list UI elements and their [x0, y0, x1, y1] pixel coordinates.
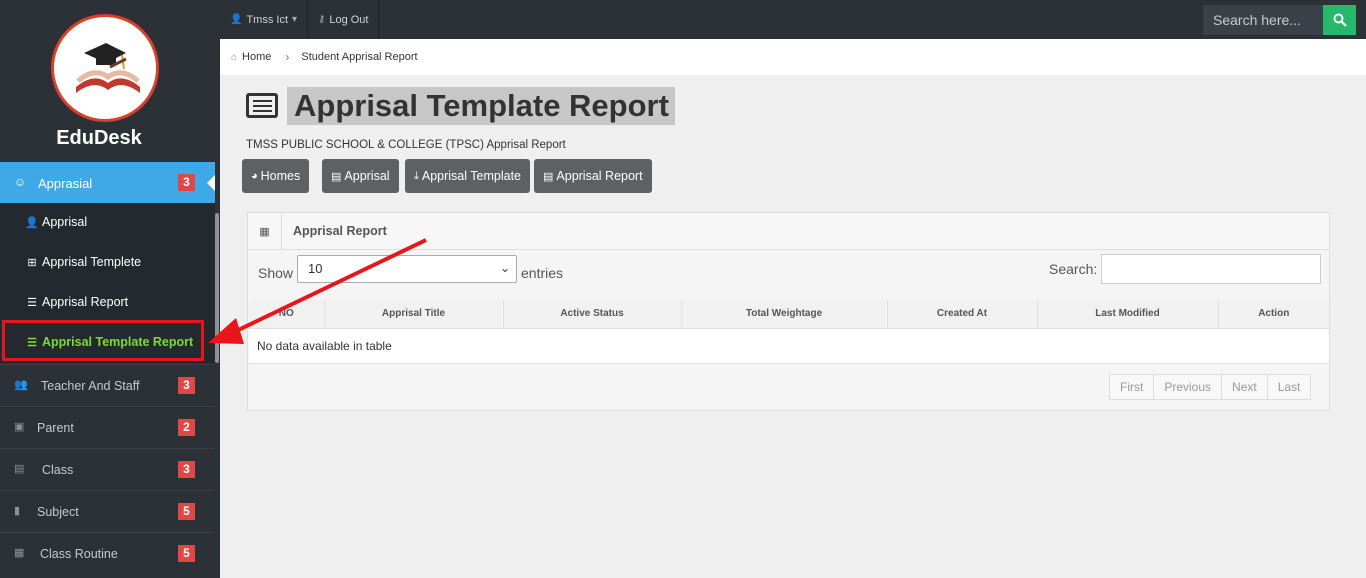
- home-icon: ⌂: [231, 51, 238, 63]
- apprisal-report-button[interactable]: ▤ Apprisal Report: [534, 159, 652, 193]
- column-header[interactable]: Last Modified: [1037, 300, 1219, 329]
- submenu-item-apprisal[interactable]: 👤 Apprisal: [24, 215, 87, 229]
- breadcrumb-home[interactable]: Home: [242, 51, 271, 63]
- show-label: Show: [258, 265, 294, 281]
- pager-first[interactable]: First: [1109, 374, 1155, 400]
- calendar-icon: ▦: [14, 547, 25, 559]
- id-card-icon: ▤: [14, 463, 25, 475]
- grid-icon: ▦: [248, 213, 282, 249]
- list-box-icon: [246, 93, 278, 118]
- column-header[interactable]: Active Status: [503, 300, 682, 329]
- active-caret: [207, 175, 215, 191]
- bookmark-icon: ▮: [14, 505, 21, 517]
- report-panel: ▦ Apprisal Report Show 10 ⌄ entries Sear…: [247, 212, 1330, 411]
- page-title: Apprisal Template Report: [287, 87, 675, 125]
- key-icon: ⚷: [318, 14, 326, 25]
- search-button[interactable]: [1323, 5, 1356, 35]
- user-menu[interactable]: 👤 Tmss Ict ▾: [220, 0, 309, 39]
- column-header[interactable]: NO: [249, 300, 325, 329]
- search-input[interactable]: Search here...: [1203, 5, 1323, 35]
- user-icon: 👤: [230, 14, 243, 25]
- sidebar-item-label: Apprasial: [38, 176, 93, 191]
- dashboard-icon: ◕: [251, 170, 258, 182]
- chevron-right-icon: ›: [285, 50, 290, 64]
- panel-header: ▦ Apprisal Report: [248, 213, 1329, 250]
- page-size-select[interactable]: 10 ⌄: [297, 255, 517, 283]
- sidebar-item-teacher-and-staff[interactable]: 👥 Teacher And Staff 3: [0, 364, 215, 405]
- chevron-down-icon: ⌄: [499, 261, 510, 275]
- sidebar-item-class-routine[interactable]: ▦ Class Routine 5: [0, 532, 215, 573]
- contact-icon: ▣: [14, 421, 25, 433]
- count-badge: 3: [178, 174, 195, 191]
- pagination: First Previous Next Last: [1109, 374, 1312, 400]
- school-subtitle: TMSS PUBLIC SCHOOL & COLLEGE (TPSC) Appr…: [246, 139, 566, 151]
- sidebar-item-subject[interactable]: ▮ Subject 5: [0, 490, 215, 531]
- topbar: 👤 Tmss Ict ▾ ⚷ Log Out Search here...: [220, 0, 1366, 39]
- pager-next[interactable]: Next: [1221, 374, 1268, 400]
- user-icon: 👤: [25, 216, 39, 229]
- breadcrumb-current: Student Apprisal Report: [301, 51, 418, 63]
- smile-icon: ☺: [14, 175, 27, 189]
- highlight-box: [2, 320, 204, 361]
- download-icon: ⤓: [414, 169, 419, 182]
- sidebar-item-parent[interactable]: ▣ Parent 2: [0, 406, 215, 447]
- count-badge: 5: [178, 503, 195, 520]
- sidebar-item-apprasial[interactable]: ☺ Apprasial 3: [0, 162, 215, 203]
- apprisal-button[interactable]: ▤ Apprisal: [322, 159, 399, 193]
- breadcrumb: ⌂ Home › Student Apprisal Report: [220, 39, 1366, 75]
- users-icon: 👥: [14, 379, 28, 391]
- list-box-icon: ▤: [543, 170, 554, 183]
- apprisal-template-button[interactable]: ⤓ Apprisal Template: [405, 159, 531, 193]
- column-header[interactable]: Action: [1218, 300, 1329, 329]
- count-badge: 2: [178, 419, 195, 436]
- entries-label: entries: [521, 265, 564, 281]
- pager-previous[interactable]: Previous: [1153, 374, 1223, 400]
- submenu-item-apprisal-report[interactable]: ☰ Apprisal Report: [24, 295, 128, 309]
- column-header[interactable]: Apprisal Title: [324, 300, 504, 329]
- brand-name: EduDesk: [56, 127, 142, 149]
- school-logo: [51, 14, 159, 122]
- pager-last[interactable]: Last: [1266, 374, 1312, 400]
- sidebar-item-class[interactable]: ▤ Class 3: [0, 448, 215, 489]
- column-header[interactable]: Total Weightage: [681, 300, 888, 329]
- count-badge: 3: [178, 461, 195, 478]
- submenu-item-apprisal-templete[interactable]: ⊞ Apprisal Templete: [24, 255, 141, 269]
- table-search-input[interactable]: [1101, 254, 1321, 284]
- homes-button[interactable]: ◕ Homes: [242, 159, 310, 193]
- search-icon: [1333, 13, 1347, 27]
- logout-link[interactable]: ⚷ Log Out: [308, 0, 380, 39]
- panel-title: Apprisal Report: [293, 224, 387, 238]
- count-badge: 3: [178, 377, 195, 394]
- data-table: NO Apprisal Title Active Status Total We…: [249, 300, 1329, 364]
- list-icon: ☰: [27, 296, 37, 309]
- count-badge: 5: [178, 545, 195, 562]
- sidebar-scroll-thumb[interactable]: [215, 213, 219, 363]
- caret-down-icon: ▾: [292, 14, 298, 25]
- search-label: Search:: [1049, 261, 1098, 277]
- network-icon: ⊞: [27, 256, 37, 269]
- column-header[interactable]: Created At: [887, 300, 1038, 329]
- id-card-icon: ▤: [331, 170, 342, 183]
- empty-table-message: No data available in table: [249, 328, 1329, 364]
